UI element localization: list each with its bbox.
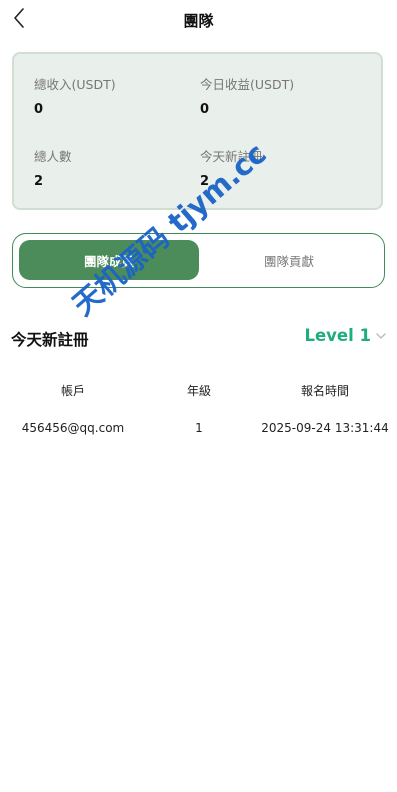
row-signup-time: 2025-09-24 13:31:44: [261, 421, 389, 435]
level-value: Level 1: [304, 326, 371, 345]
tab-team-members[interactable]: 團隊成員: [19, 240, 199, 280]
page-title: 團隊: [183, 12, 214, 30]
team-tabs: 團隊成員 團隊貢獻: [12, 233, 385, 288]
tab-team-contribution[interactable]: 團隊貢獻: [213, 240, 365, 280]
total-income-label: 總收入(USDT): [34, 77, 116, 92]
row-account: 456456@qq.com: [21, 421, 125, 435]
today-income-label: 今日收益(USDT): [200, 77, 295, 92]
section-title: 今天新註冊: [11, 331, 89, 349]
header-signup-time: 報名時間: [300, 384, 349, 398]
header-level: 年級: [186, 384, 211, 398]
stats-card: 總收入(USDT) 0 今日收益(USDT) 0 總人數 2 今天新註冊 2: [12, 52, 383, 210]
today-income-value: 0: [200, 102, 210, 117]
today-new-label: 今天新註冊: [200, 149, 263, 164]
stat-today-new: 今天新註冊 2: [200, 146, 360, 189]
total-members-value: 2: [34, 174, 44, 189]
total-income-value: 0: [34, 102, 44, 117]
table-header: 帳戶 年級 報名時間: [0, 382, 397, 402]
chevron-down-icon: [376, 332, 386, 339]
table-row: 456456@qq.com 1 2025-09-24 13:31:44: [0, 421, 397, 441]
total-members-label: 總人數: [34, 149, 72, 164]
level-dropdown[interactable]: Level 1: [304, 326, 387, 345]
team-page: 團隊 總收入(USDT) 0 今日收益(USDT) 0 總人數 2 今天新註冊 …: [0, 0, 397, 792]
header: 團隊: [0, 0, 397, 40]
header-account: 帳戶: [60, 384, 85, 398]
stat-total-members: 總人數 2: [34, 146, 194, 189]
today-new-value: 2: [200, 174, 210, 189]
row-level: 1: [195, 421, 203, 435]
stat-total-income: 總收入(USDT) 0: [34, 74, 194, 117]
stat-today-income: 今日收益(USDT) 0: [200, 74, 360, 117]
